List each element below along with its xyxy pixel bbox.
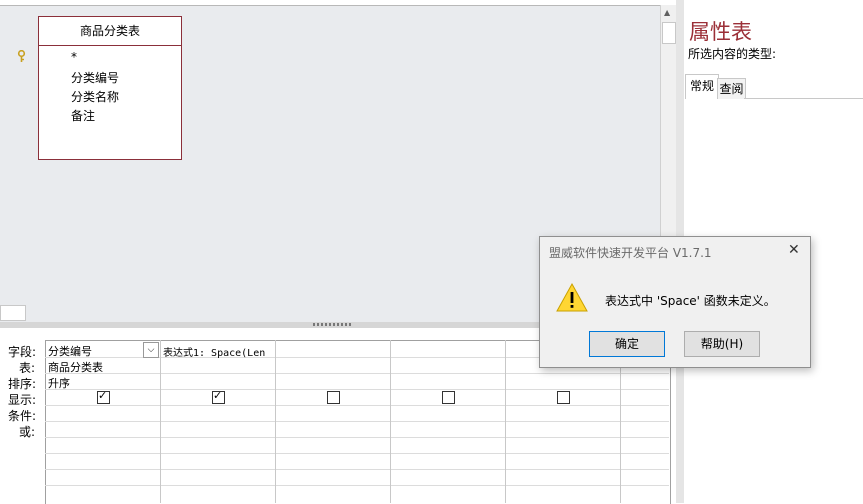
show-checkbox[interactable] xyxy=(442,391,455,404)
check-mark-icon: ✓ xyxy=(98,389,108,402)
grid-table-cell[interactable]: 商品分类表 xyxy=(48,359,103,375)
field-list-item[interactable]: * xyxy=(71,50,77,64)
grid-line xyxy=(45,469,669,470)
field-list-item[interactable]: 备注 xyxy=(71,107,95,124)
tab-normal[interactable]: 常规 xyxy=(685,74,719,99)
splitter-grip-icon[interactable] xyxy=(313,323,351,326)
grid-line xyxy=(45,453,669,454)
scroll-up-icon[interactable]: ▲ xyxy=(664,8,670,17)
table-title: 商品分类表 xyxy=(39,17,181,46)
grid-line xyxy=(45,373,669,374)
grid-field-cell[interactable]: 分类编号 xyxy=(48,343,92,359)
row-label-table: 表: xyxy=(19,361,36,375)
show-checkbox[interactable] xyxy=(327,391,340,404)
close-icon[interactable]: ✕ xyxy=(788,242,800,258)
grid-line xyxy=(505,340,506,503)
grid-line xyxy=(45,405,669,406)
help-button[interactable]: 帮助(H) xyxy=(684,331,760,357)
show-checkbox[interactable]: ✓ xyxy=(97,389,110,404)
row-label-or: 或: xyxy=(19,425,36,439)
grid-line xyxy=(45,485,669,486)
grid-line xyxy=(45,389,669,390)
dialog-message: 表达式中 'Space' 函数未定义。 xyxy=(605,294,776,308)
design-horizontal-scrollbar[interactable] xyxy=(0,305,26,321)
grid-sort-cell[interactable]: 升序 xyxy=(48,375,70,391)
selection-type-label: 所选内容的类型: xyxy=(688,47,777,61)
tab-underline xyxy=(744,98,863,99)
row-label-criteria: 条件: xyxy=(8,409,37,423)
show-checkbox[interactable] xyxy=(557,391,570,404)
primary-key-icon xyxy=(17,49,26,66)
warning-icon xyxy=(556,282,588,314)
row-label-show: 显示: xyxy=(8,393,37,407)
check-mark-icon: ✓ xyxy=(213,389,223,402)
row-label-sort: 排序: xyxy=(8,377,37,391)
field-dropdown-icon[interactable]: ⌵ xyxy=(143,342,159,358)
dialog-title: 盟威软件快速开发平台 V1.7.1 xyxy=(549,246,712,260)
grid-line xyxy=(160,340,161,503)
row-label-field: 字段: xyxy=(8,345,37,359)
scroll-thumb[interactable] xyxy=(662,22,676,44)
grid-line xyxy=(390,340,391,503)
field-list-item[interactable]: 分类编号 xyxy=(71,69,119,86)
ok-button[interactable]: 确定 xyxy=(589,331,665,357)
grid-field-cell[interactable]: 表达式1: Space(Len xyxy=(163,344,273,359)
field-list-item[interactable]: 分类名称 xyxy=(71,88,119,105)
tab-lookup[interactable]: 查阅 xyxy=(717,78,746,99)
grid-line xyxy=(45,421,669,422)
grid-line xyxy=(45,437,669,438)
property-sheet-title: 属性表 xyxy=(689,20,752,44)
show-checkbox[interactable]: ✓ xyxy=(212,389,225,404)
grid-line xyxy=(275,340,276,503)
table-field-list[interactable]: 商品分类表 * 分类编号 分类名称 备注 xyxy=(38,16,182,160)
